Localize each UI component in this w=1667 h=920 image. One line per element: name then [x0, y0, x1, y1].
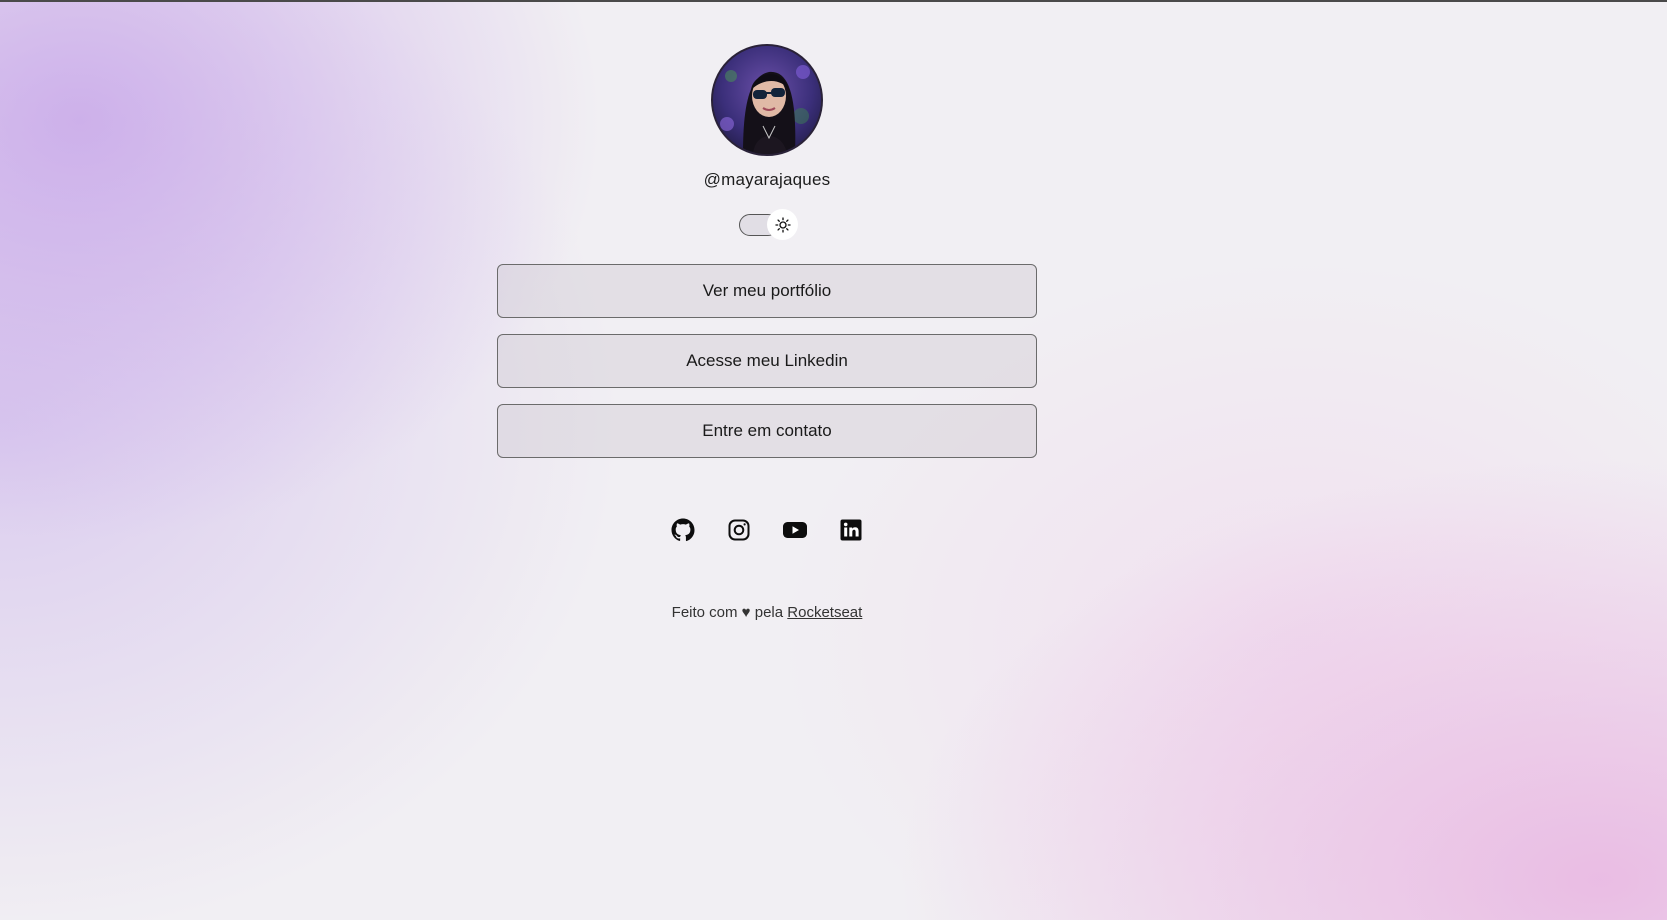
instagram-icon	[728, 519, 750, 541]
youtube-link[interactable]	[781, 516, 809, 544]
github-link[interactable]	[669, 516, 697, 544]
portfolio-button[interactable]: Ver meu portfólio	[497, 264, 1037, 318]
theme-toggle[interactable]	[735, 208, 799, 240]
contact-button[interactable]: Entre em contato	[497, 404, 1037, 458]
profile-card: @mayarajaques Ver meu portfólio Acesse m…	[497, 44, 1037, 621]
youtube-icon	[783, 522, 807, 538]
linkedin-icon	[840, 519, 862, 541]
instagram-link[interactable]	[725, 516, 753, 544]
top-border	[0, 0, 1667, 2]
rocketseat-link[interactable]: Rocketseat	[787, 604, 862, 621]
sun-icon	[774, 216, 791, 233]
avatar	[711, 44, 823, 156]
linkedin-button[interactable]: Acesse meu Linkedin	[497, 334, 1037, 388]
toggle-knob[interactable]	[767, 209, 798, 240]
avatar-photo	[713, 46, 821, 154]
footer-text: Feito com ♥ pela	[671, 604, 784, 621]
footer: Feito com ♥ pela Rocketseat	[672, 604, 863, 621]
github-icon	[671, 518, 695, 542]
linkedin-link[interactable]	[837, 516, 865, 544]
username: @mayarajaques	[703, 170, 831, 189]
social-links	[669, 516, 865, 544]
link-list: Ver meu portfólio Acesse meu Linkedin En…	[497, 264, 1037, 458]
